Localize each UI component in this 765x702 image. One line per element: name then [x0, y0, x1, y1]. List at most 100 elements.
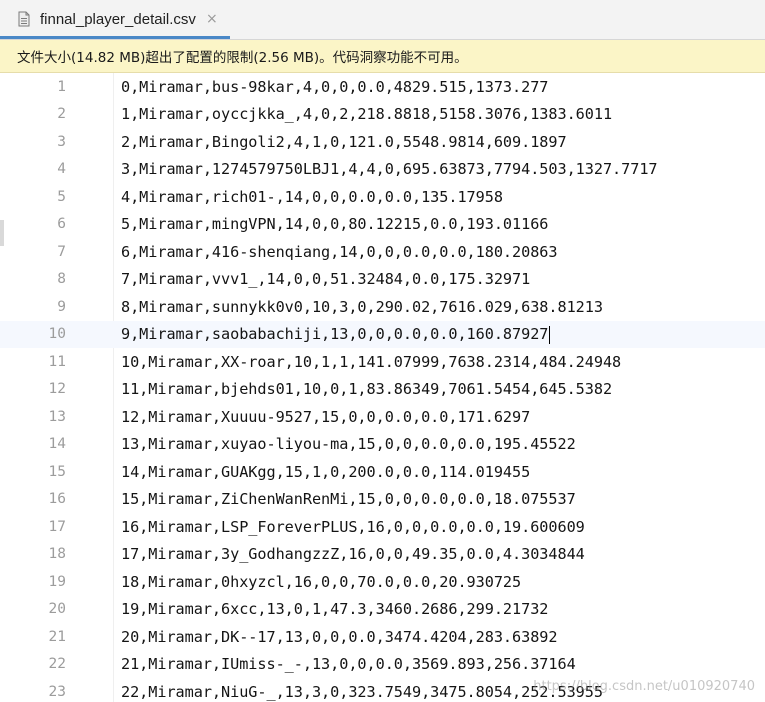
line-text-content: 6,Miramar,416-shenqiang,14,0,0,0.0,0.0,1… — [121, 242, 558, 261]
code-line[interactable]: 3 2,Miramar,Bingoli2,4,1,0,121.0,5548.981… — [0, 128, 765, 156]
line-text-content: 4,Miramar,rich01-,14,0,0,0.0,0.0,135.179… — [121, 187, 503, 206]
code-line[interactable]: 8 7,Miramar,vvv1_,14,0,0,51.32484,0.0,175… — [0, 266, 765, 294]
line-text-content: 0,Miramar,bus-98kar,4,0,0,0.0,4829.515,1… — [121, 77, 549, 96]
code-line[interactable]: 20 19,Miramar,6xcc,13,0,1,47.3,3460.2686,… — [0, 596, 765, 624]
line-text[interactable]: 22,Miramar,NiuG-_,13,3,0,323.7549,3475.8… — [121, 683, 603, 701]
line-text-content: 1,Miramar,oyccjkka_,4,0,2,218.8818,5158.… — [121, 105, 613, 124]
line-text[interactable]: 15,Miramar,ZiChenWanRenMi,15,0,0,0.0,0.0… — [121, 490, 576, 508]
line-text[interactable]: 21,Miramar,IUmiss-_-,13,0,0,0.0,3569.893… — [121, 655, 576, 673]
code-line[interactable]: 17 16,Miramar,LSP_ForeverPLUS,16,0,0,0.0,… — [0, 513, 765, 541]
code-line[interactable]: 16 15,Miramar,ZiChenWanRenMi,15,0,0,0.0,0… — [0, 486, 765, 514]
line-text-content: 20,Miramar,DK--17,13,0,0,0.0,3474.4204,2… — [121, 627, 558, 646]
line-number: 22 — [48, 656, 66, 673]
line-text[interactable]: 3,Miramar,1274579750LBJ1,4,4,0,695.63873… — [121, 160, 658, 178]
line-text-content: 7,Miramar,vvv1_,14,0,0,51.32484,0.0,175.… — [121, 270, 531, 289]
line-number: 16 — [48, 491, 66, 508]
line-number: 15 — [48, 463, 66, 480]
line-text-content: 18,Miramar,0hxyzcl,16,0,0,70.0,0.0,20.93… — [121, 572, 522, 591]
line-text[interactable]: 8,Miramar,sunnykk0v0,10,3,0,290.02,7616.… — [121, 298, 603, 316]
line-text[interactable]: 12,Miramar,Xuuuu-9527,15,0,0,0.0,0.0,171… — [121, 408, 530, 426]
editor-lines: 1 0,Miramar,bus-98kar,4,0,0,0.0,4829.515,… — [0, 73, 765, 702]
line-number: 19 — [48, 573, 66, 590]
line-text-content: 11,Miramar,bjehds01,10,0,1,83.86349,7061… — [121, 380, 613, 399]
line-text-content: 15,Miramar,ZiChenWanRenMi,15,0,0,0.0,0.0… — [121, 490, 576, 509]
line-text[interactable]: 1,Miramar,oyccjkka_,4,0,2,218.8818,5158.… — [121, 105, 612, 123]
line-number: 4 — [57, 161, 66, 178]
line-number: 20 — [48, 601, 66, 618]
banner-message: 文件大小(14.82 MB)超出了配置的限制(2.56 MB)。代码洞察功能不可… — [17, 50, 468, 66]
line-number: 3 — [57, 133, 66, 150]
line-text-content: 12,Miramar,Xuuuu-9527,15,0,0,0.0,0.0,171… — [121, 407, 531, 426]
file-size-warning-banner: 文件大小(14.82 MB)超出了配置的限制(2.56 MB)。代码洞察功能不可… — [0, 40, 765, 73]
line-text-content: 13,Miramar,xuyao-liyou-ma,15,0,0,0.0,0.0… — [121, 435, 576, 454]
line-number: 5 — [57, 188, 66, 205]
code-line[interactable]: 6 5,Miramar,mingVPN,14,0,0,80.12215,0.0,1… — [0, 211, 765, 239]
line-text-content: 10,Miramar,XX-roar,10,1,1,141.07999,7638… — [121, 352, 622, 371]
editor-tab-bar: finnal_player_detail.csv × — [0, 0, 765, 40]
line-text[interactable]: 7,Miramar,vvv1_,14,0,0,51.32484,0.0,175.… — [121, 270, 530, 288]
line-number: 6 — [57, 216, 66, 233]
line-text[interactable]: 0,Miramar,bus-98kar,4,0,0,0.0,4829.515,1… — [121, 78, 548, 96]
line-text[interactable]: 11,Miramar,bjehds01,10,0,1,83.86349,7061… — [121, 380, 612, 398]
code-line[interactable]: 19 18,Miramar,0hxyzcl,16,0,0,70.0,0.0,20.… — [0, 568, 765, 596]
line-text[interactable]: 18,Miramar,0hxyzcl,16,0,0,70.0,0.0,20.93… — [121, 573, 521, 591]
code-line[interactable]: 18 17,Miramar,3y_GodhangzzZ,16,0,0,49.35,… — [0, 541, 765, 569]
line-number: 23 — [48, 683, 66, 700]
line-number: 14 — [48, 436, 66, 453]
line-text-content: 14,Miramar,GUAKgg,15,1,0,200.0,0.0,114.0… — [121, 462, 531, 481]
code-line[interactable]: 21 20,Miramar,DK--17,13,0,0,0.0,3474.4204… — [0, 623, 765, 651]
line-number: 13 — [48, 408, 66, 425]
code-editor[interactable]: 1 0,Miramar,bus-98kar,4,0,0,0.0,4829.515,… — [0, 73, 765, 702]
line-number: 1 — [57, 78, 66, 95]
tab-finnal-player-detail[interactable]: finnal_player_detail.csv × — [0, 0, 230, 39]
line-text-content: 9,Miramar,saobabachiji,13,0,0,0.0,0.0,16… — [121, 325, 549, 343]
line-text-content: 17,Miramar,3y_GodhangzzZ,16,0,0,49.35,0.… — [121, 545, 585, 564]
code-line[interactable]: 9 8,Miramar,sunnykk0v0,10,3,0,290.02,7616… — [0, 293, 765, 321]
code-line[interactable]: 13 12,Miramar,Xuuuu-9527,15,0,0,0.0,0.0,1… — [0, 403, 765, 431]
text-caret — [549, 325, 551, 344]
code-line[interactable]: 22 21,Miramar,IUmiss-_-,13,0,0,0.0,3569.8… — [0, 651, 765, 679]
line-text[interactable]: 5,Miramar,mingVPN,14,0,0,80.12215,0.0,19… — [121, 215, 548, 233]
csv-file-icon — [18, 11, 30, 27]
code-line[interactable]: 11 10,Miramar,XX-roar,10,1,1,141.07999,76… — [0, 348, 765, 376]
line-number: 17 — [48, 518, 66, 535]
line-text[interactable]: 20,Miramar,DK--17,13,0,0,0.0,3474.4204,2… — [121, 628, 558, 646]
code-line[interactable]: 12 11,Miramar,bjehds01,10,0,1,83.86349,70… — [0, 376, 765, 404]
line-text-content: 19,Miramar,6xcc,13,0,1,47.3,3460.2686,29… — [121, 600, 549, 619]
line-text[interactable]: 19,Miramar,6xcc,13,0,1,47.3,3460.2686,29… — [121, 600, 548, 618]
line-number: 12 — [48, 381, 66, 398]
line-text[interactable]: 14,Miramar,GUAKgg,15,1,0,200.0,0.0,114.0… — [121, 463, 530, 481]
line-number: 18 — [48, 546, 66, 563]
watermark: https://blog.csdn.net/u010920740 — [533, 679, 755, 694]
line-text[interactable]: 2,Miramar,Bingoli2,4,1,0,121.0,5548.9814… — [121, 133, 567, 151]
line-text-content: 2,Miramar,Bingoli2,4,1,0,121.0,5548.9814… — [121, 132, 567, 151]
line-number: 7 — [57, 243, 66, 260]
code-line[interactable]: 2 1,Miramar,oyccjkka_,4,0,2,218.8818,5158… — [0, 101, 765, 129]
line-number: 10 — [48, 326, 66, 343]
line-number: 8 — [57, 271, 66, 288]
code-line[interactable]: 4 3,Miramar,1274579750LBJ1,4,4,0,695.6387… — [0, 156, 765, 184]
line-text-content: 5,Miramar,mingVPN,14,0,0,80.12215,0.0,19… — [121, 215, 549, 234]
line-text[interactable]: 9,Miramar,saobabachiji,13,0,0,0.0,0.0,16… — [121, 325, 551, 344]
code-line[interactable]: 15 14,Miramar,GUAKgg,15,1,0,200.0,0.0,114… — [0, 458, 765, 486]
line-number: 11 — [48, 353, 66, 370]
tab-title: finnal_player_detail.csv — [40, 10, 196, 28]
code-line[interactable]: 14 13,Miramar,xuyao-liyou-ma,15,0,0,0.0,0… — [0, 431, 765, 459]
line-text-content: 22,Miramar,NiuG-_,13,3,0,323.7549,3475.8… — [121, 682, 603, 701]
line-text[interactable]: 13,Miramar,xuyao-liyou-ma,15,0,0,0.0,0.0… — [121, 435, 576, 453]
code-line[interactable]: 1 0,Miramar,bus-98kar,4,0,0,0.0,4829.515,… — [0, 73, 765, 101]
line-text[interactable]: 10,Miramar,XX-roar,10,1,1,141.07999,7638… — [121, 353, 621, 371]
line-text[interactable]: 4,Miramar,rich01-,14,0,0,0.0,0.0,135.179… — [121, 188, 503, 206]
close-icon[interactable]: × — [206, 12, 218, 26]
line-text[interactable]: 17,Miramar,3y_GodhangzzZ,16,0,0,49.35,0.… — [121, 545, 585, 563]
code-line[interactable]: 7 6,Miramar,416-shenqiang,14,0,0,0.0,0.0,… — [0, 238, 765, 266]
line-text-content: 16,Miramar,LSP_ForeverPLUS,16,0,0,0.0,0.… — [121, 517, 585, 536]
line-text[interactable]: 16,Miramar,LSP_ForeverPLUS,16,0,0,0.0,0.… — [121, 518, 585, 536]
line-text-content: 21,Miramar,IUmiss-_-,13,0,0,0.0,3569.893… — [121, 655, 576, 674]
line-text-content: 8,Miramar,sunnykk0v0,10,3,0,290.02,7616.… — [121, 297, 603, 316]
line-number: 2 — [57, 106, 66, 123]
line-text[interactable]: 6,Miramar,416-shenqiang,14,0,0,0.0,0.0,1… — [121, 243, 558, 261]
code-line[interactable]: 5 4,Miramar,rich01-,14,0,0,0.0,0.0,135.17… — [0, 183, 765, 211]
code-line[interactable]: 10 9,Miramar,saobabachiji,13,0,0,0.0,0.0,… — [0, 320, 765, 348]
line-number: 9 — [57, 298, 66, 315]
